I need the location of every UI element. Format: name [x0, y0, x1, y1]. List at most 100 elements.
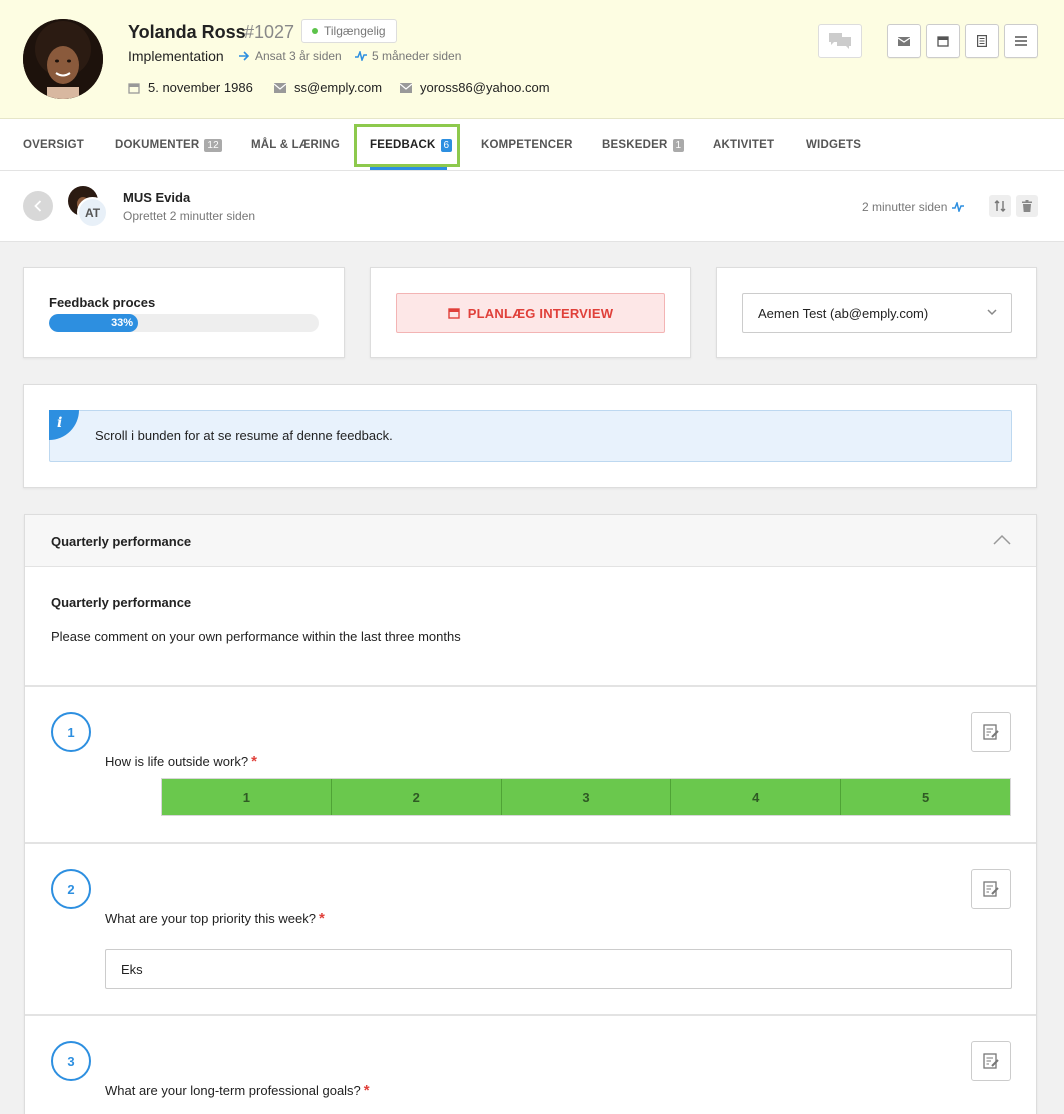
delete-button[interactable]	[1016, 195, 1038, 217]
section-intro-title: Quarterly performance	[51, 595, 192, 610]
rating-option[interactable]: 5	[841, 779, 1010, 815]
tab-maal-laering[interactable]: MÅL & LÆRING	[251, 119, 340, 171]
calendar-icon	[937, 36, 949, 47]
active-tab-indicator	[370, 167, 447, 170]
progress-label: Feedback proces	[49, 295, 156, 310]
employee-id: #1027	[244, 22, 295, 42]
trash-icon	[1022, 200, 1032, 212]
tab-label: BESKEDER	[602, 139, 668, 151]
divider	[25, 842, 1036, 844]
menu-button[interactable]	[1004, 24, 1038, 58]
question-number: 3	[51, 1041, 91, 1081]
progress-fill: 33%	[49, 314, 139, 332]
feedback-subheader: AT MUS Evida Oprettet 2 minutter siden 2…	[0, 171, 1064, 242]
feedback-updated-text: 2 minutter siden	[862, 200, 948, 214]
chevron-left-icon	[34, 200, 42, 212]
question-text: How is life outside work? *	[105, 753, 257, 770]
divider	[25, 685, 1036, 687]
edit-note-icon	[983, 1053, 999, 1069]
status-label: Tilgængelig	[324, 24, 386, 38]
reviewer-value: Aemen Test (ab@emply.com)	[758, 305, 929, 321]
calendar-icon	[448, 308, 460, 319]
private-email-text[interactable]: yoross86@yahoo.com	[420, 80, 550, 95]
info-text: Scroll i bunden for at se resume af denn…	[95, 428, 393, 443]
chat-icon	[829, 33, 851, 49]
work-email-text[interactable]: ss@emply.com	[294, 80, 382, 95]
plan-interview-label: PLANLÆG INTERVIEW	[467, 305, 614, 321]
activity-icon	[355, 51, 367, 61]
info-card: i Scroll i bunden for at se resume af de…	[23, 384, 1037, 488]
tab-label: MÅL & LÆRING	[251, 139, 341, 151]
tab-label: KOMPETENCER	[481, 139, 573, 151]
progress-text: 33%	[111, 317, 134, 329]
rating-option[interactable]: 1	[162, 779, 332, 815]
chat-button[interactable]	[818, 24, 862, 58]
tab-beskeder[interactable]: BESKEDER 1	[602, 119, 685, 171]
sort-button[interactable]	[989, 195, 1011, 217]
progress-bar: 33%	[49, 314, 319, 332]
document-icon	[977, 35, 987, 47]
rating-option[interactable]: 4	[671, 779, 842, 815]
private-email[interactable]: yoross86@yahoo.com	[400, 80, 550, 95]
info-message: i Scroll i bunden for at se resume af de…	[49, 410, 1012, 462]
mail-icon	[898, 36, 910, 46]
tab-oversigt[interactable]: OVERSIGT	[23, 119, 84, 171]
menu-icon	[1015, 36, 1027, 46]
reviewer-select[interactable]: Aemen Test (ab@emply.com)	[742, 293, 1012, 333]
question-text: What are your long-term professional goa…	[105, 1082, 370, 1099]
mail-icon	[274, 82, 286, 93]
arrow-right-icon	[239, 51, 250, 61]
required-marker: *	[363, 1082, 370, 1099]
profile-header: Yolanda Ross #1027 Tilgængelig Implement…	[0, 0, 1064, 119]
activity-meta: 5 måneder siden	[355, 49, 461, 63]
birthday-text: 5. november 1986	[148, 80, 253, 95]
department: Implementation	[128, 48, 224, 64]
sort-icon	[994, 200, 1006, 212]
tab-label: OVERSIGT	[23, 139, 85, 151]
chevron-down-icon	[987, 309, 997, 316]
answer-field[interactable]: Eks	[105, 949, 1012, 989]
note-button[interactable]	[971, 712, 1011, 752]
question-label: What are your long-term professional goa…	[105, 1083, 361, 1098]
rating-option[interactable]: 2	[332, 779, 502, 815]
feedback-title: MUS Evida	[123, 190, 191, 205]
feedback-section: Quarterly performance Quarterly performa…	[24, 514, 1037, 1114]
interview-card: PLANLÆG INTERVIEW	[370, 267, 691, 358]
info-icon-glyph: i	[57, 415, 62, 431]
activity-icon	[952, 202, 965, 212]
tab-aktivitet[interactable]: AKTIVITET	[713, 119, 774, 171]
avatar[interactable]	[23, 19, 103, 99]
section-header[interactable]: Quarterly performance	[25, 515, 1036, 567]
chevron-up-icon[interactable]	[993, 534, 1011, 545]
note-button[interactable]	[971, 869, 1011, 909]
question-number: 2	[51, 869, 91, 909]
tab-label: DOKUMENTER	[115, 139, 200, 151]
progress-card: Feedback proces 33%	[23, 267, 345, 358]
tab-label: WIDGETS	[806, 139, 862, 151]
hired-meta: Ansat 3 år siden	[239, 49, 342, 63]
employee-name: Yolanda Ross	[128, 22, 246, 42]
rating-option[interactable]: 3	[502, 779, 672, 815]
calendar-button[interactable]	[926, 24, 960, 58]
info-icon: i	[49, 410, 79, 440]
note-button[interactable]	[971, 1041, 1011, 1081]
plan-interview-button[interactable]: PLANLÆG INTERVIEW	[396, 293, 665, 333]
question-label: What are your top priority this week?	[105, 911, 316, 926]
tab-kompetencer[interactable]: KOMPETENCER	[481, 119, 573, 171]
question-text: What are your top priority this week? *	[105, 910, 325, 927]
section-title: Quarterly performance	[51, 534, 192, 549]
hired-text: Ansat 3 år siden	[255, 49, 342, 63]
reviewer-avatar: AT	[77, 197, 108, 228]
birthday: 5. november 1986	[128, 80, 253, 95]
back-button[interactable]	[23, 191, 53, 221]
section-intro-text: Please comment on your own performance w…	[51, 629, 461, 644]
mail-button[interactable]	[887, 24, 921, 58]
tab-count: 12	[204, 138, 222, 152]
document-button[interactable]	[965, 24, 999, 58]
tab-dokumenter[interactable]: DOKUMENTER 12	[115, 119, 222, 171]
edit-note-icon	[983, 881, 999, 897]
tab-widgets[interactable]: WIDGETS	[806, 119, 861, 171]
mail-icon	[400, 82, 412, 93]
work-email[interactable]: ss@emply.com	[274, 80, 382, 95]
status-badge: Tilgængelig	[301, 19, 397, 43]
